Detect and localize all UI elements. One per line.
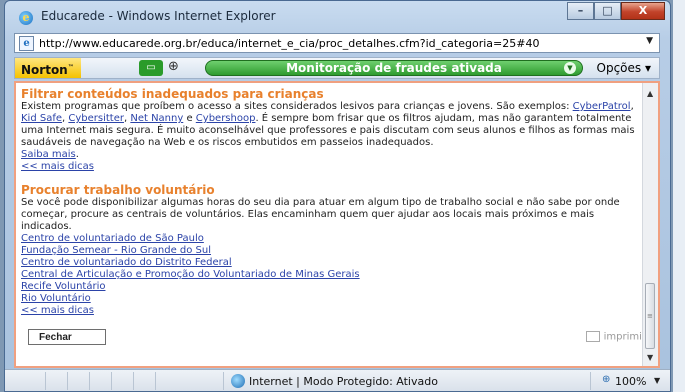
title-bar: e Educarede - Windows Internet Explorer … [5, 1, 670, 31]
browser-popup-window: e Educarede - Windows Internet Explorer … [4, 0, 671, 392]
saiba-mais-line: Saiba mais. [21, 149, 640, 161]
fraud-monitoring-status[interactable]: Monitoração de fraudes ativada ▼ [205, 60, 583, 76]
scrollbar-thumb[interactable]: ≡ [645, 283, 655, 349]
address-bar[interactable]: e http://www.educarede.org.br/educa/inte… [14, 33, 660, 53]
section-title-volunteer: Procurar trabalho voluntário [21, 183, 215, 197]
norton-logo[interactable]: Norton™ [15, 58, 81, 78]
window-title: Educarede - Windows Internet Explorer [41, 9, 276, 23]
grip-icon: ≡ [647, 312, 653, 320]
page-favicon-icon: e [19, 36, 34, 51]
status-divider [133, 372, 134, 390]
link-volunteer-df[interactable]: Centro de voluntariado do Distrito Feder… [21, 257, 640, 269]
address-dropdown-icon[interactable]: ▼ [646, 36, 653, 46]
status-divider [223, 372, 224, 390]
link-mais-dicas-1[interactable]: << mais dicas [21, 161, 640, 173]
fraud-status-label: Monitoração de fraudes ativada [286, 61, 502, 75]
status-divider [89, 372, 90, 390]
section-text-filters: Existem programas que proíbem o acesso a… [21, 101, 640, 149]
background-window-strip [673, 0, 685, 392]
vertical-scrollbar[interactable]: ▲ ≡ ▼ [642, 83, 658, 366]
close-window-button[interactable]: X [621, 2, 665, 20]
page-content: Filtrar conteúdos inadequados para crian… [14, 81, 660, 368]
status-divider [155, 372, 156, 390]
link-saiba-mais[interactable]: Saiba mais [21, 149, 76, 160]
scroll-up-arrow-icon[interactable]: ▲ [647, 89, 653, 98]
url-text[interactable]: http://www.educarede.org.br/educa/intern… [39, 37, 539, 50]
monitor-icon[interactable]: ▭ [139, 60, 163, 76]
link-cybersitter[interactable]: Cybersitter [68, 113, 124, 124]
ie-logo-icon: e [19, 11, 33, 25]
link-mais-dicas-2[interactable]: << mais dicas [21, 305, 640, 317]
norton-toolbar: Norton™ ▭ ⊕ Monitoração de fraudes ativa… [14, 57, 660, 79]
options-menu[interactable]: Opções ▾ [597, 61, 651, 75]
separator: , [630, 101, 634, 112]
globe-icon[interactable]: ⊕ [168, 59, 179, 74]
link-cyberpatrol[interactable]: CyberPatrol [573, 101, 631, 112]
scroll-down-arrow-icon[interactable]: ▼ [647, 353, 653, 362]
norton-brand-text: Norton [21, 63, 68, 77]
window-controls: – □ X [567, 2, 665, 20]
zoom-dropdown-icon[interactable]: ▼ [654, 376, 660, 385]
separator: e [183, 113, 196, 124]
link-net-nanny[interactable]: Net Nanny [130, 113, 183, 124]
link-kid-safe[interactable]: Kid Safe [21, 113, 62, 124]
minimize-button[interactable]: – [567, 2, 594, 20]
status-divider [111, 372, 112, 390]
zoom-icon: ⊕ [602, 374, 611, 385]
zoom-level[interactable]: 100% [615, 375, 646, 388]
status-divider [67, 372, 68, 390]
content-body: Filtrar conteúdos inadequados para crian… [18, 83, 645, 366]
link-recife-voluntario[interactable]: Recife Voluntário [21, 281, 640, 293]
link-cybershoop[interactable]: Cybershoop [196, 113, 256, 124]
internet-zone-icon [231, 374, 245, 388]
print-link[interactable]: imprimir [585, 331, 646, 343]
section-title-filters: Filtrar conteúdos inadequados para crian… [21, 87, 324, 101]
security-zone-label[interactable]: Internet | Modo Protegido: Ativado [249, 375, 438, 388]
norton-trademark: ™ [67, 64, 74, 71]
filters-intro-text: Existem programas que proíbem o acesso a… [21, 101, 573, 112]
link-volunteer-sao-paulo[interactable]: Centro de voluntariado de São Paulo [21, 233, 640, 245]
status-bar: Internet | Modo Protegido: Ativado ⊕ 100… [5, 369, 670, 391]
chevron-down-icon[interactable]: ▼ [564, 62, 576, 74]
period: . [75, 149, 79, 160]
link-fundacao-semear[interactable]: Fundação Semear - Rio Grande do Sul [21, 245, 640, 257]
print-label: imprimir [603, 331, 646, 343]
link-volunteer-mg[interactable]: Central de Articulação e Promoção do Vol… [21, 269, 640, 281]
section-text-volunteer: Se você pode disponibilizar algumas hora… [21, 197, 620, 232]
status-divider [45, 372, 46, 390]
maximize-button[interactable]: □ [594, 2, 621, 20]
link-rio-voluntario[interactable]: Rio Voluntário [21, 293, 640, 305]
status-divider [590, 372, 591, 390]
printer-icon [585, 331, 600, 342]
fechar-button[interactable]: Fechar [28, 329, 106, 345]
